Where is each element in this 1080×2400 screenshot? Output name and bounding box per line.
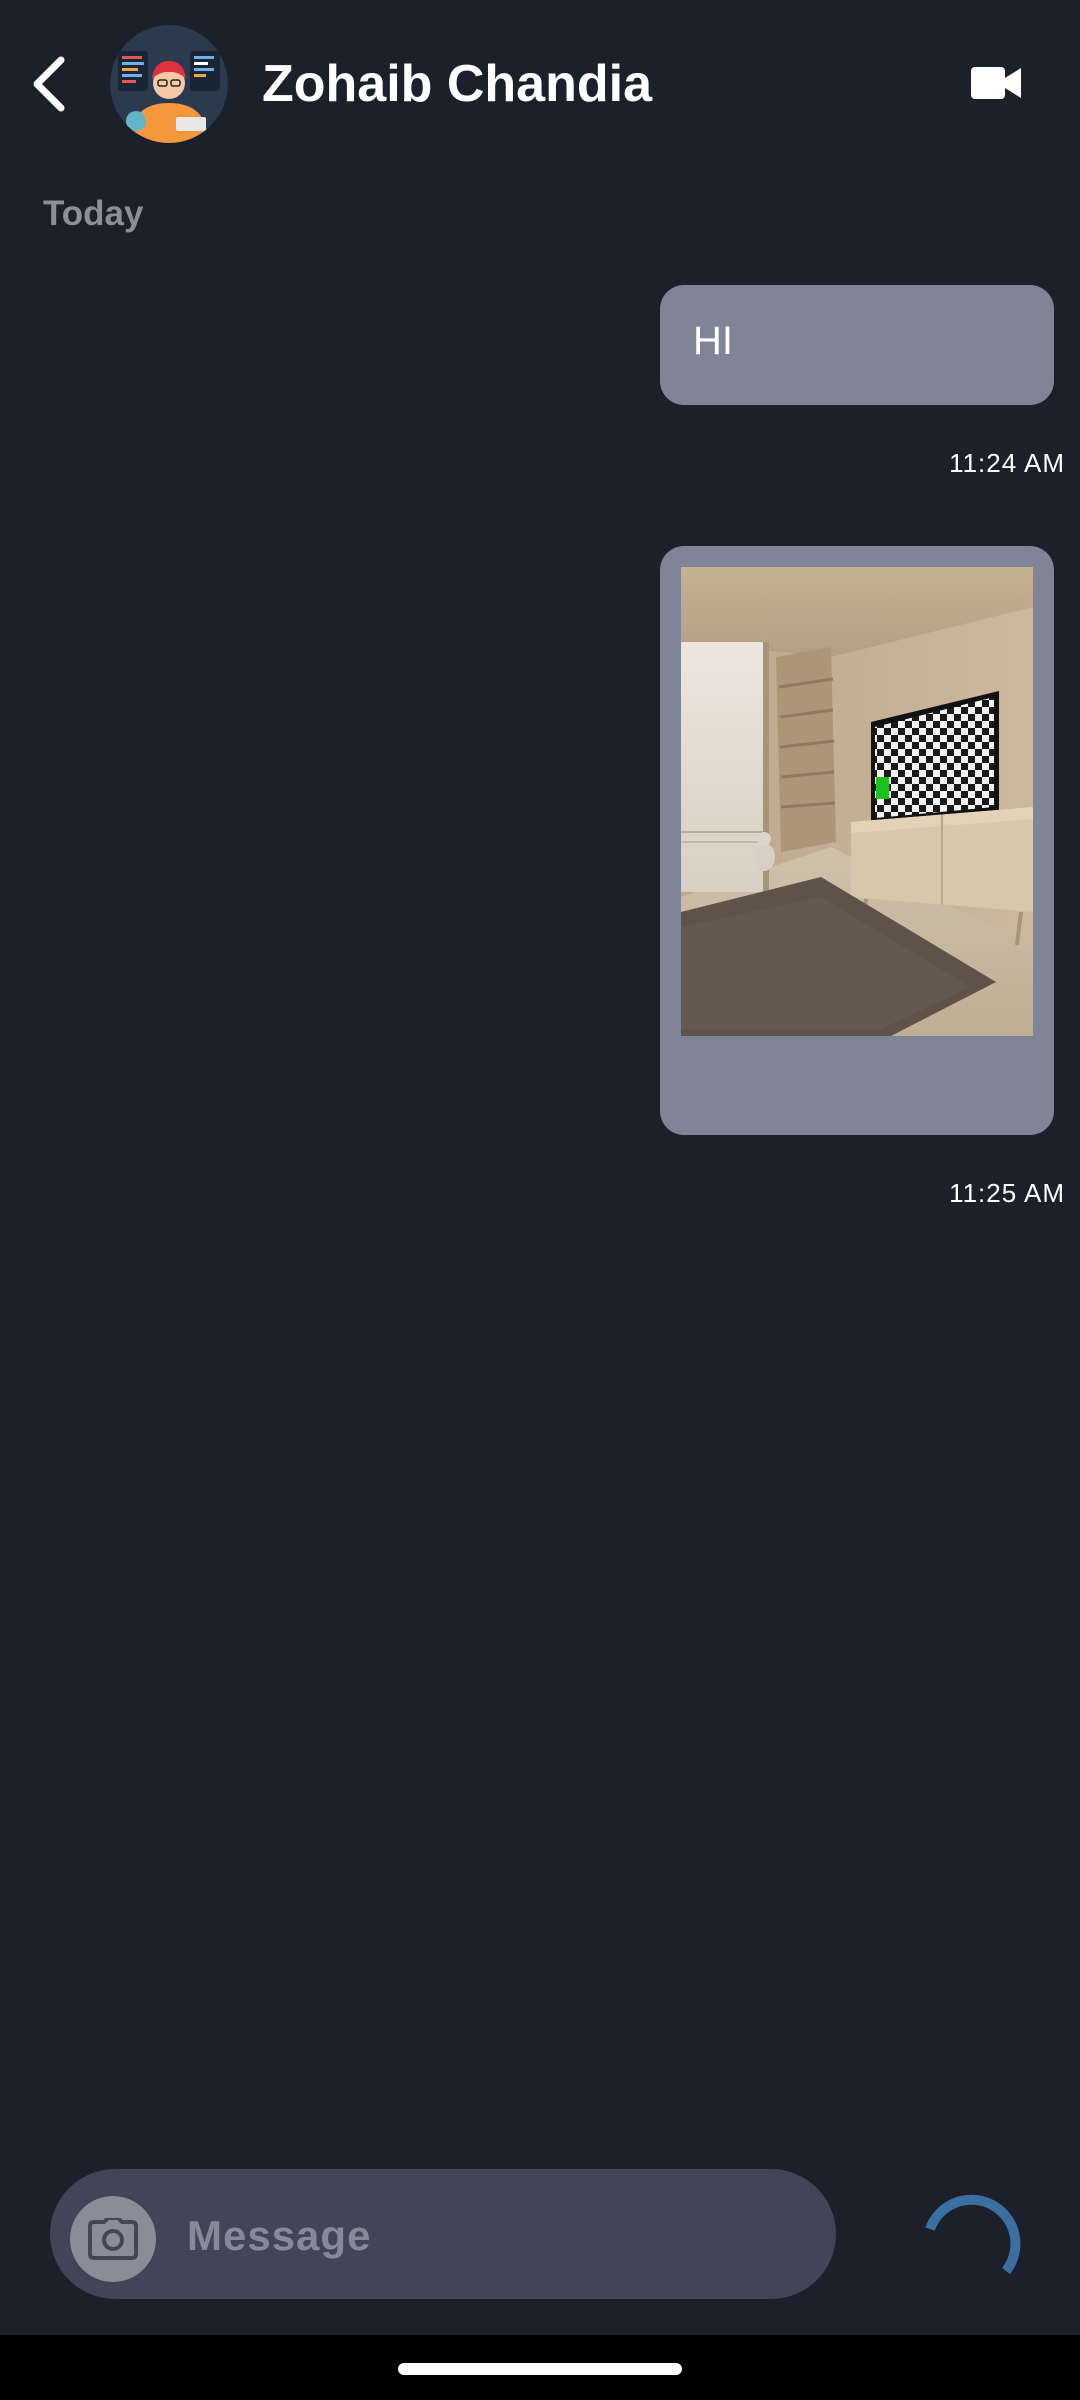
attached-image[interactable] <box>681 567 1033 1036</box>
contact-avatar[interactable] <box>110 25 228 143</box>
message-text: HI <box>693 319 733 363</box>
message-bubble-text[interactable]: HI <box>660 285 1054 405</box>
camera-button[interactable] <box>70 2196 156 2282</box>
message-timestamp: 11:24 AM <box>949 448 1065 478</box>
system-nav-bar <box>0 2335 1080 2400</box>
room-photo <box>681 567 1033 1036</box>
home-indicator[interactable] <box>398 2363 682 2375</box>
video-camera-icon <box>971 67 1021 99</box>
back-button[interactable] <box>14 44 84 124</box>
message-composer <box>50 2169 836 2299</box>
video-call-button[interactable] <box>962 52 1030 114</box>
loading-spinner-icon <box>925 2194 1021 2275</box>
chat-screen: Zohaib Chandia Today HI 11:24 AM 11:25 A… <box>0 0 1080 2400</box>
contact-name[interactable]: Zohaib Chandia <box>262 52 652 116</box>
message-input[interactable] <box>185 2194 809 2278</box>
message-bubble-image[interactable] <box>660 546 1054 1135</box>
chat-header: Zohaib Chandia <box>0 0 1080 170</box>
camera-icon <box>88 2218 138 2260</box>
date-divider: Today <box>43 194 144 233</box>
message-timestamp: 11:25 AM <box>949 1178 1065 1208</box>
avatar-illustration <box>110 25 228 143</box>
chevron-left-icon <box>33 56 65 112</box>
